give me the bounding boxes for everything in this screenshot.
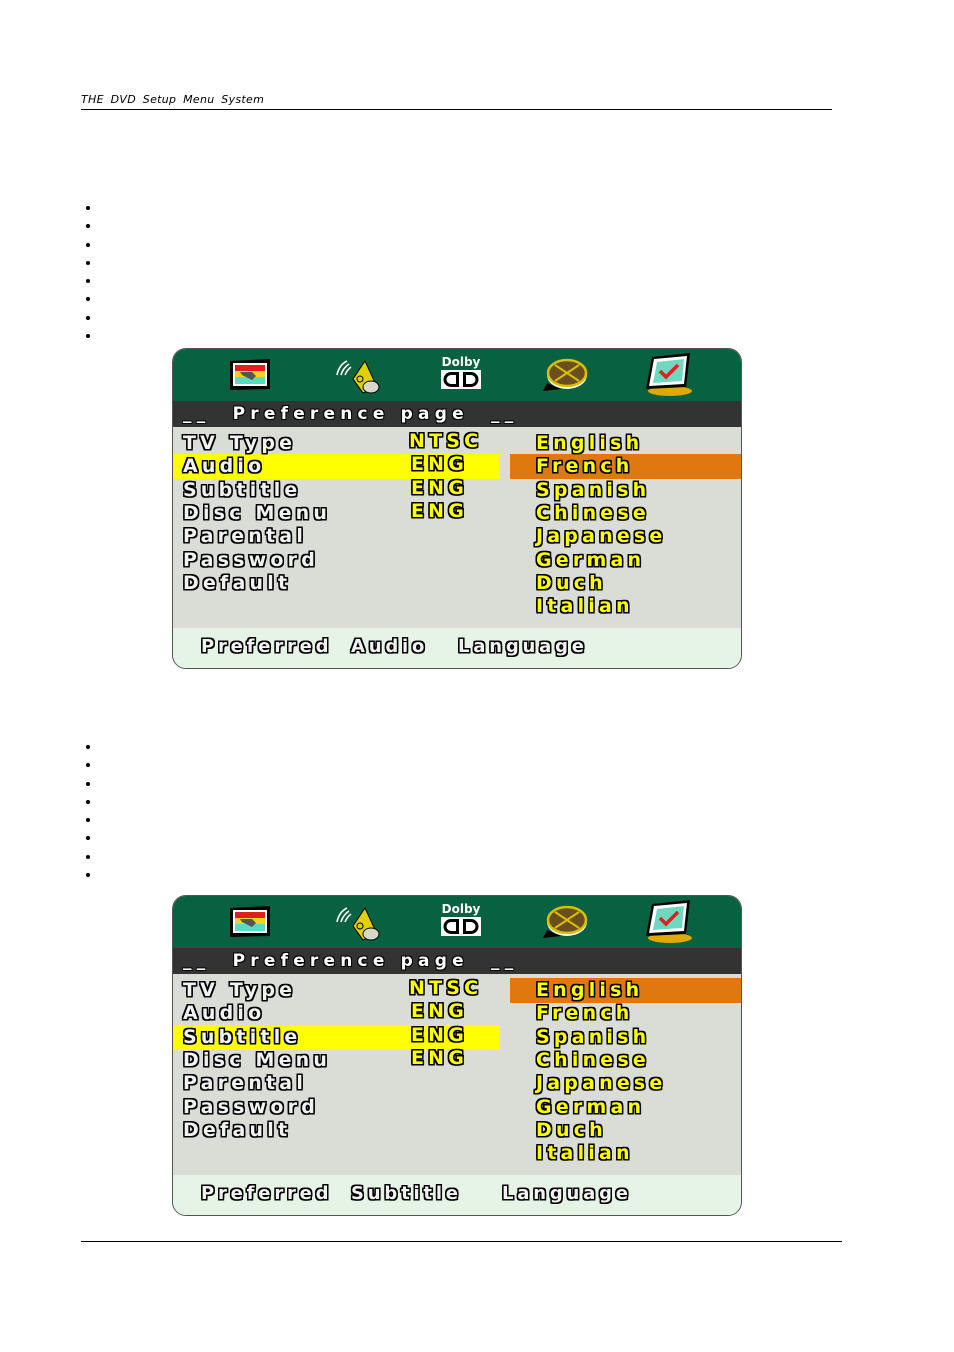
menu-item-tv-type[interactable]: TV Type [183,979,296,1002]
language-option-chinese[interactable]: Chinese [536,502,650,525]
film-reel-icon[interactable] [541,904,589,940]
language-option-duch[interactable]: Duch [536,572,607,595]
page-title: __ Preference page __ [183,951,519,971]
language-option-duch[interactable]: Duch [536,1119,607,1142]
menu-item-value: ENG [411,1000,469,1023]
menu-item-default[interactable]: Default [183,572,291,595]
preference-monitor-icon[interactable] [640,353,694,397]
title-bar: __ Preference page __ [173,948,741,974]
film-reel-icon[interactable] [541,357,589,393]
language-option-italian[interactable]: Italian [536,1142,634,1165]
page-title: __ Preference page __ [183,404,519,424]
status-word: Audio [351,636,429,657]
menu-item-value: ENG [411,476,469,499]
menu-item-password[interactable]: Password [183,549,319,572]
language-option-spanish[interactable]: Spanish [536,1026,650,1049]
menu-item-disc-menu[interactable]: Disc Menu [183,1049,331,1072]
status-word: Subtitle [351,1183,462,1204]
icon-bar: Dolby [173,896,741,948]
status-word: Language [502,1183,632,1204]
language-option-french[interactable]: French [536,455,634,478]
header-rule [81,109,832,110]
speaker-audio-icon[interactable] [333,357,383,395]
tv-setup-icon[interactable] [228,906,272,938]
status-word: Preferred [201,1183,333,1204]
status-bar: Preferred Subtitle Language [173,1175,741,1215]
icon-bar: Dolby [173,349,741,401]
preference-monitor-icon[interactable] [640,900,694,944]
tv-setup-icon[interactable] [228,359,272,391]
title-bar: __ Preference page __ [173,401,741,427]
menu-item-audio[interactable]: Audio [183,1002,265,1025]
page-header: THE DVD Setup Menu System [81,93,265,106]
menu-item-value: ENG [411,1023,469,1046]
menu-item-value: ENG [411,453,469,476]
menu-item-parental[interactable]: Parental [183,525,307,548]
dolby-icon[interactable]: Dolby [439,355,483,393]
language-option-chinese[interactable]: Chinese [536,1049,650,1072]
dolby-text: Dolby [442,902,481,916]
menu-item-value: ENG [411,499,469,522]
dolby-text: Dolby [442,355,481,369]
menu-item-audio[interactable]: Audio [183,455,265,478]
language-option-italian[interactable]: Italian [536,595,634,618]
menu-content: TV Type NTSC Audio ENG Subtitle ENG Disc Menu E… [173,974,741,1175]
speaker-audio-icon[interactable] [333,904,383,942]
language-option-japanese[interactable]: Japanese [536,525,667,548]
menu-content: TV Type NTSC Audio ENG Subtitle ENG Disc Menu E… [173,427,741,628]
menu-item-default[interactable]: Default [183,1119,291,1142]
footer-rule [81,1241,842,1242]
menu-item-value: ENG [411,1046,469,1069]
language-option-german[interactable]: German [536,1096,645,1119]
menu-item-subtitle[interactable]: Subtitle [183,1026,302,1049]
menu-item-tv-type[interactable]: TV Type [183,432,296,455]
status-word: Language [458,636,588,657]
menu-item-password[interactable]: Password [183,1096,319,1119]
osd-menu-1: Dolby __ Preference page __ TV Type NTSC… [172,348,742,669]
language-option-english[interactable]: English [536,432,643,455]
osd-menu-2: Dolby __ Preference page __ TV Type NTSC… [172,895,742,1216]
dolby-icon[interactable]: Dolby [439,902,483,940]
language-option-german[interactable]: German [536,549,645,572]
language-option-english[interactable]: English [536,979,643,1002]
menu-item-subtitle[interactable]: Subtitle [183,479,302,502]
language-option-french[interactable]: French [536,1002,634,1025]
menu-item-disc-menu[interactable]: Disc Menu [183,502,331,525]
status-word: Preferred [201,636,333,657]
menu-item-parental[interactable]: Parental [183,1072,307,1095]
language-option-japanese[interactable]: Japanese [536,1072,667,1095]
menu-item-value: NTSC [409,977,483,999]
menu-item-value: NTSC [409,430,483,452]
language-option-spanish[interactable]: Spanish [536,479,650,502]
status-bar: Preferred Audio Language [173,628,741,668]
